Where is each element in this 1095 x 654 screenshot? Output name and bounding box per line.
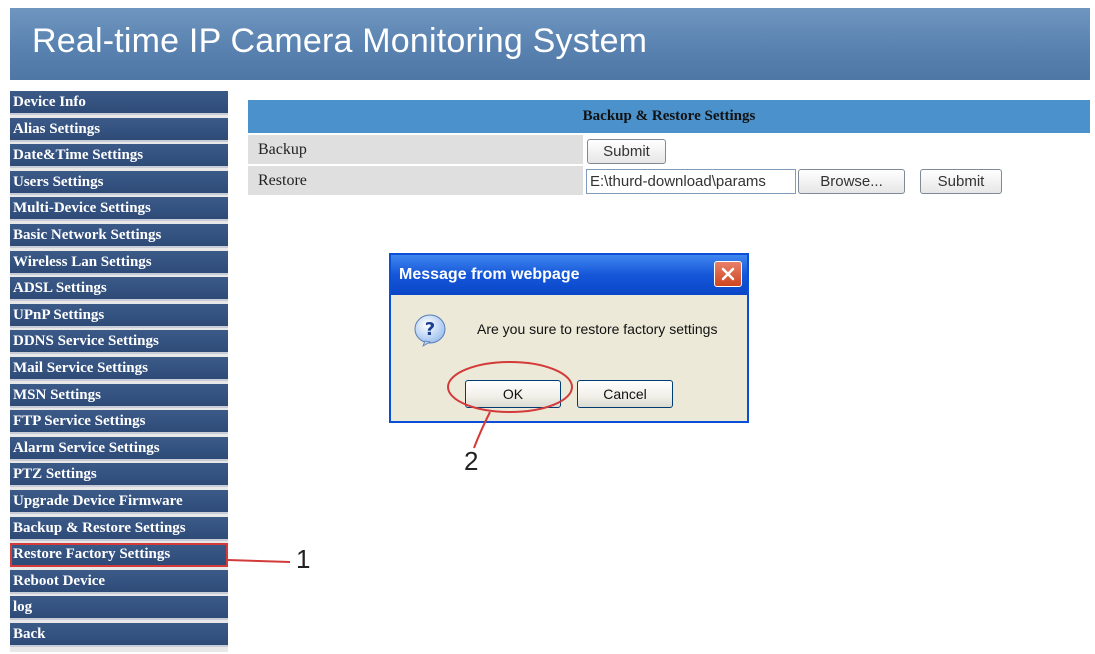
sidebar-item-date-time[interactable]: Date&Time Settings	[10, 144, 228, 169]
restore-file-input[interactable]: E:\thurd-download\params	[586, 169, 796, 194]
sidebar-item-log[interactable]: log	[10, 596, 228, 621]
confirm-dialog: Message from webpage ? Are you sure to r…	[389, 253, 749, 423]
dialog-title: Message from webpage	[399, 266, 580, 283]
backup-row: Backup Submit	[248, 135, 1090, 164]
app-header: Real-time IP Camera Monitoring System	[10, 8, 1090, 80]
annotation-step-1: 1	[296, 544, 311, 574]
dialog-cancel-button[interactable]: Cancel	[577, 380, 673, 408]
sidebar-item-adsl[interactable]: ADSL Settings	[10, 277, 228, 302]
sidebar-item-ptz[interactable]: PTZ Settings	[10, 463, 228, 488]
backup-submit-button[interactable]: Submit	[587, 139, 666, 164]
restore-row: Restore E:\thurd-download\params Browse.…	[248, 166, 1090, 195]
backup-label: Backup	[248, 135, 583, 164]
question-icon: ?	[414, 314, 446, 347]
sidebar-item-restore-factory[interactable]: Restore Factory Settings	[10, 543, 228, 568]
sidebar-item-basic-network[interactable]: Basic Network Settings	[10, 224, 228, 248]
panel-title: Backup & Restore Settings	[248, 100, 1090, 133]
svg-text:?: ?	[425, 319, 435, 340]
sidebar-item-wireless-lan[interactable]: Wireless Lan Settings	[10, 250, 228, 275]
annotation-line-1	[227, 559, 291, 563]
app-title: Real-time IP Camera Monitoring System	[32, 22, 648, 60]
dialog-message: Are you sure to restore factory settings	[477, 321, 718, 337]
sidebar-item-multi-device[interactable]: Multi-Device Settings	[10, 197, 228, 222]
sidebar-item-device-info[interactable]: Device Info	[10, 91, 228, 115]
sidebar-menu: Device Info Alias Settings Date&Time Set…	[10, 91, 228, 652]
dialog-ok-button[interactable]: OK	[465, 380, 561, 408]
backup-restore-panel: Backup & Restore Settings Backup Submit …	[248, 100, 1090, 195]
browse-button[interactable]: Browse...	[798, 169, 905, 194]
dialog-close-button[interactable]	[714, 261, 742, 287]
sidebar-item-upgrade-firmware[interactable]: Upgrade Device Firmware	[10, 490, 228, 514]
restore-submit-button[interactable]: Submit	[920, 169, 1002, 194]
sidebar-item-ftp-service[interactable]: FTP Service Settings	[10, 410, 228, 435]
sidebar-item-alarm-service[interactable]: Alarm Service Settings	[10, 436, 228, 461]
restore-label: Restore	[248, 166, 583, 195]
sidebar-item-back[interactable]: Back	[10, 623, 228, 647]
sidebar-item-mail-service[interactable]: Mail Service Settings	[10, 357, 228, 381]
sidebar-item-msn[interactable]: MSN Settings	[10, 383, 228, 408]
sidebar-item-reboot[interactable]: Reboot Device	[10, 569, 228, 594]
sidebar-item-alias[interactable]: Alias Settings	[10, 117, 228, 142]
sidebar-item-ddns[interactable]: DDNS Service Settings	[10, 330, 228, 355]
dialog-title-bar: Message from webpage	[391, 255, 747, 295]
annotation-step-2: 2	[464, 446, 479, 476]
close-icon	[721, 267, 735, 281]
sidebar-item-users[interactable]: Users Settings	[10, 170, 228, 195]
sidebar-item-upnp[interactable]: UPnP Settings	[10, 303, 228, 328]
sidebar-item-backup-restore[interactable]: Backup & Restore Settings	[10, 516, 228, 541]
